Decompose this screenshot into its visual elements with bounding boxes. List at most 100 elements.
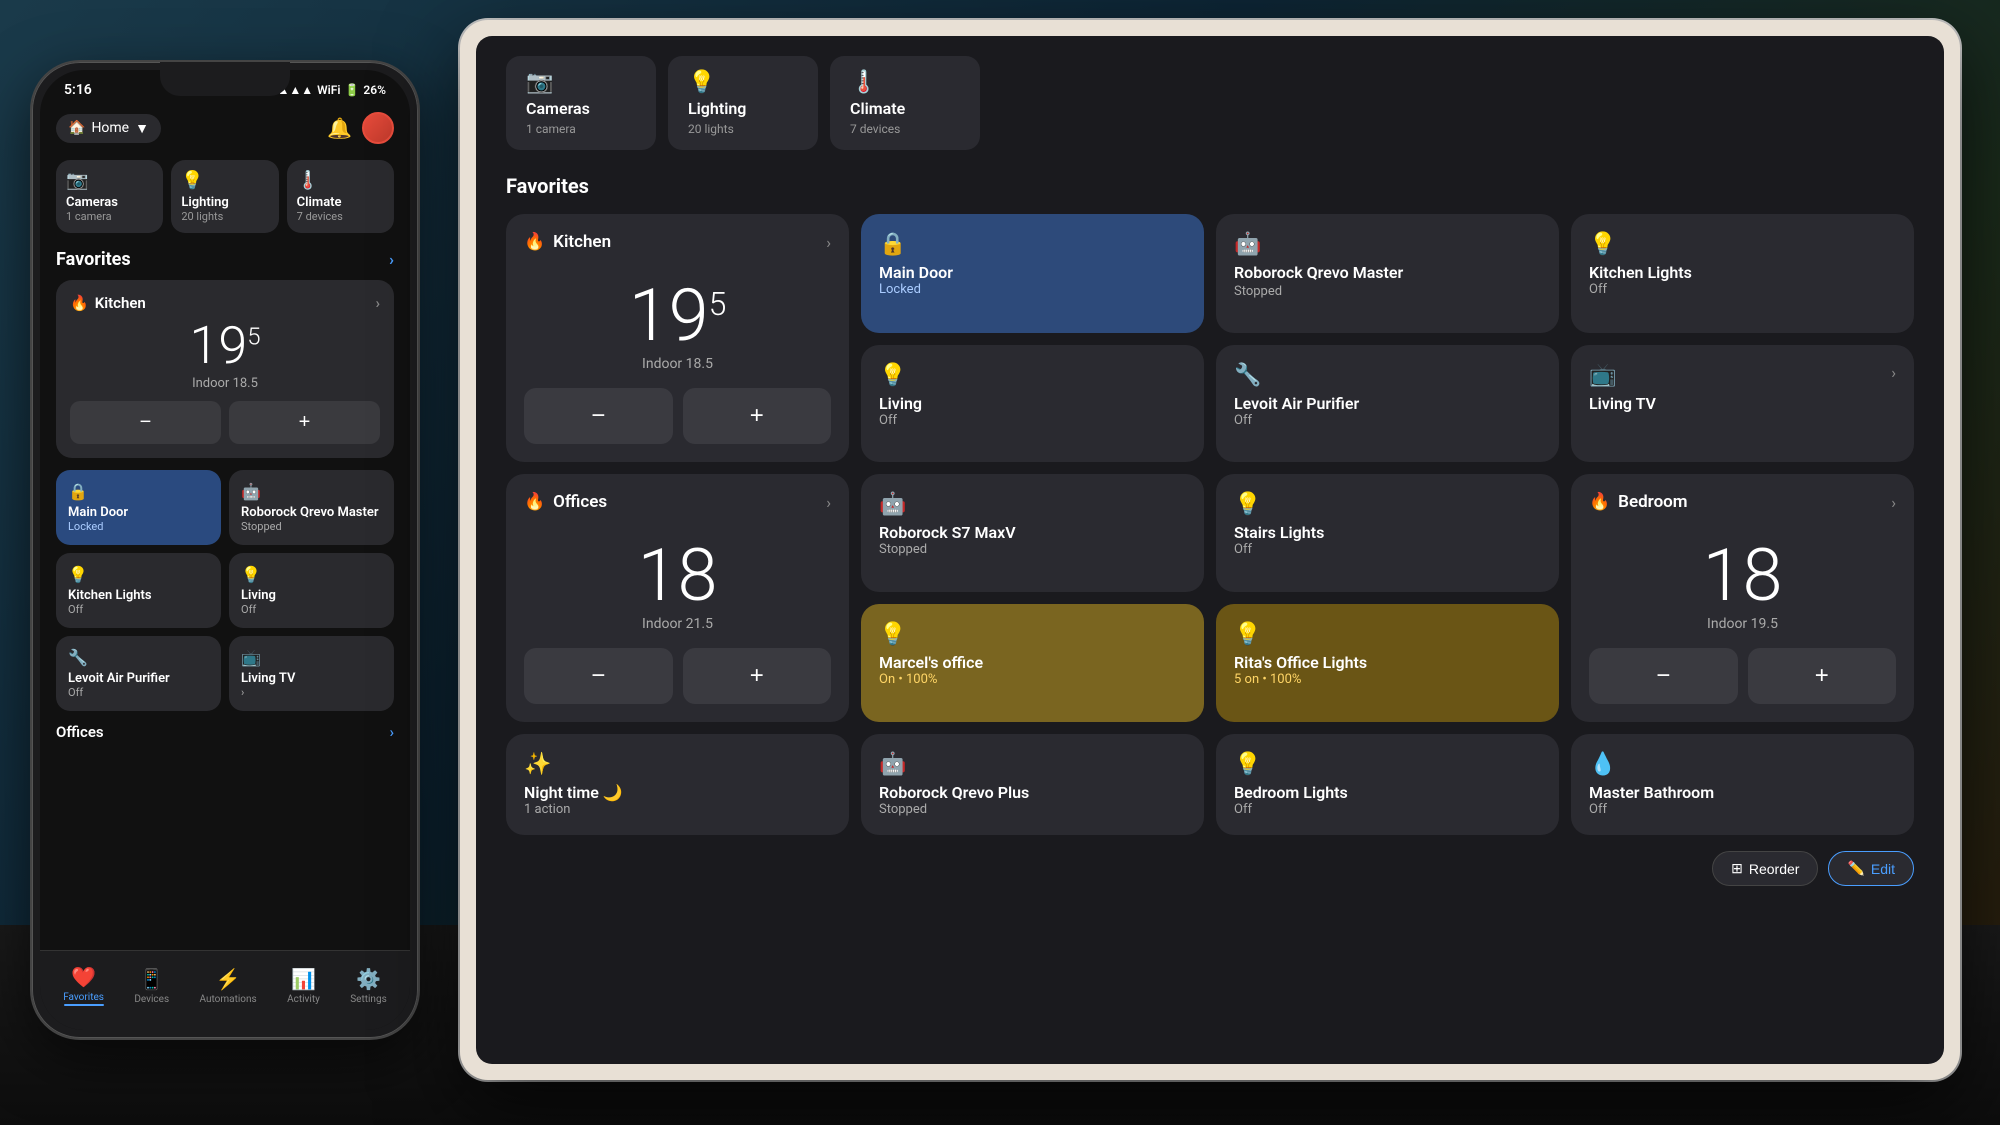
tablet-offices-temp: 18 — [524, 540, 831, 612]
phone-levoit-tile[interactable]: 🔧 Levoit Air Purifier Off — [56, 636, 221, 711]
automations-nav-label: Automations — [200, 994, 257, 1005]
tablet-bedroom-indoor: Indoor 19.5 — [1589, 616, 1896, 632]
phone-device-grid-2: 💡 Kitchen Lights Off 💡 Living Off — [56, 553, 394, 628]
tablet-living-tv-row: 📺 › — [1589, 363, 1896, 388]
tablet-main-door-card[interactable]: 🔒 Main Door Locked — [861, 214, 1204, 333]
phone-living-tv-tile[interactable]: 📺 Living TV › — [229, 636, 394, 711]
tablet-offices-card[interactable]: 🔥 Offices › 18 Indoor 21.5 − + — [506, 474, 849, 722]
phone-favorites-section: Favorites › — [56, 249, 394, 270]
phone-main-door-tile[interactable]: 🔒 Main Door Locked — [56, 470, 221, 545]
tablet-kitchen-fire-icon: 🔥 — [524, 232, 545, 252]
kitchen-lights-status: Off — [68, 603, 209, 616]
levoit-name: Levoit Air Purifier — [68, 671, 209, 686]
phone-cat-cameras[interactable]: 📷 Cameras 1 camera — [56, 160, 163, 233]
tablet-lighting-label: Lighting — [688, 99, 798, 118]
tablet-master-bathroom-card[interactable]: 💧 Master Bathroom Off — [1571, 734, 1914, 835]
home-icon: 🏠 — [68, 120, 85, 136]
edit-label: Edit — [1871, 861, 1895, 877]
tablet-kitchen-title: 🔥 Kitchen — [524, 232, 611, 252]
tablet-cat-lighting[interactable]: 💡 Lighting 20 lights — [668, 56, 818, 150]
tablet-master-bath-icon: 💧 — [1589, 752, 1896, 777]
tablet-bedroom-minus[interactable]: − — [1589, 648, 1738, 704]
living-tv-name: Living TV — [241, 671, 382, 686]
tablet-bedroom-plus[interactable]: + — [1748, 648, 1897, 704]
tablet-cat-climate[interactable]: 🌡️ Climate 7 devices — [830, 56, 980, 150]
phone-cat-lighting[interactable]: 💡 Lighting 20 lights — [171, 160, 278, 233]
tablet-offices-controls: − + — [524, 648, 831, 704]
phone-status-icons: ▲▲▲ WiFi 🔋 26% — [277, 83, 386, 97]
tablet-kitchen-plus[interactable]: + — [683, 388, 832, 444]
tablet-climate-label: Climate — [850, 99, 960, 118]
tablet-living-tv-card[interactable]: 📺 › Living TV — [1571, 345, 1914, 462]
offices-title: Offices — [56, 723, 104, 741]
phone-notch — [160, 62, 290, 96]
kitchen-lights-icon: 💡 — [68, 565, 209, 584]
notification-icon[interactable]: 🔔 — [327, 116, 352, 140]
tablet-roborock-plus-status: Stopped — [879, 802, 1186, 817]
phone-nav-activity[interactable]: 📊 Activity — [287, 967, 320, 1005]
phone-header-actions: 🔔 — [327, 112, 394, 144]
tablet-bedroom-card[interactable]: 🔥 Bedroom › 18 Indoor 19.5 − + — [1571, 474, 1914, 722]
phone-nav-settings[interactable]: ⚙️ Settings — [350, 967, 387, 1005]
tablet-cat-cameras[interactable]: 📷 Cameras 1 camera — [506, 56, 656, 150]
tablet-bedroom-lights-card[interactable]: 💡 Bedroom Lights Off — [1216, 734, 1559, 835]
tablet-roborock-plus-card[interactable]: 🤖 Roborock Qrevo Plus Stopped — [861, 734, 1204, 835]
phone-device-grid: 🔒 Main Door Locked 🤖 Roborock Qrevo Mast… — [56, 470, 394, 545]
living-status: Off — [241, 603, 382, 616]
settings-nav-icon: ⚙️ — [356, 967, 381, 991]
tablet-offices-chevron: › — [826, 493, 831, 512]
tablet-marcels-card[interactable]: 💡 Marcel's office On • 100% — [861, 604, 1204, 722]
phone-nav-devices[interactable]: 📱 Devices — [134, 967, 169, 1005]
tablet-roborock-master-card[interactable]: 🤖 Roborock Qrevo Master Stopped — [1216, 214, 1559, 333]
tablet-levoit-card[interactable]: 🔧 Levoit Air Purifier Off — [1216, 345, 1559, 462]
phone-home-selector[interactable]: 🏠 Home ▼ — [56, 114, 161, 143]
tablet-reorder-button[interactable]: ⊞ Reorder — [1712, 851, 1818, 886]
levoit-status: Off — [68, 686, 209, 699]
phone-kitchen-lights-tile[interactable]: 💡 Kitchen Lights Off — [56, 553, 221, 628]
tablet-living-card[interactable]: 💡 Living Off — [861, 345, 1204, 462]
tablet-offices-minus[interactable]: − — [524, 648, 673, 704]
chevron-down-icon: ▼ — [135, 120, 149, 137]
tablet-marcels-status: On • 100% — [879, 672, 1186, 687]
tablet-offices-plus[interactable]: + — [683, 648, 832, 704]
tablet-ritas-icon: 💡 — [1234, 622, 1541, 647]
roborock-master-name: Roborock Qrevo Master — [241, 505, 382, 520]
tablet-main-door-status: Locked — [879, 282, 1186, 297]
phone-kitchen-plus-button[interactable]: + — [229, 401, 380, 444]
favorites-nav-label: Favorites — [63, 992, 104, 1003]
phone-kitchen-minus-button[interactable]: − — [70, 401, 221, 444]
edit-icon: ✏️ — [1847, 860, 1864, 877]
lighting-label: Lighting — [181, 195, 268, 210]
tablet-kitchen-minus[interactable]: − — [524, 388, 673, 444]
phone-time: 5:16 — [64, 82, 92, 98]
kitchen-lights-name: Kitchen Lights — [68, 588, 209, 603]
avatar[interactable] — [362, 112, 394, 144]
tablet-camera-icon: 📷 — [526, 70, 636, 95]
tablet-edit-button[interactable]: ✏️ Edit — [1828, 851, 1914, 886]
tablet-roborock-s7-card[interactable]: 🤖 Roborock S7 MaxV Stopped — [861, 474, 1204, 592]
wifi-icon: WiFi — [317, 83, 340, 97]
phone-cat-climate[interactable]: 🌡️ Climate 7 devices — [287, 160, 394, 233]
tablet-kitchen-lights-card[interactable]: 💡 Kitchen Lights Off — [1571, 214, 1914, 333]
phone-living-tile[interactable]: 💡 Living Off — [229, 553, 394, 628]
phone-nav-automations[interactable]: ⚡ Automations — [200, 967, 257, 1005]
tablet-levoit-name: Levoit Air Purifier — [1234, 394, 1541, 413]
tablet-ritas-card[interactable]: 💡 Rita's Office Lights 5 on • 100% — [1216, 604, 1559, 722]
tablet-bedroom-lights-status: Off — [1234, 802, 1541, 817]
living-name: Living — [241, 588, 382, 603]
phone-kitchen-temp-value: 195 — [190, 315, 261, 376]
activity-nav-icon: 📊 — [291, 967, 316, 991]
phone-kitchen-temp: 195 Indoor 18.5 — [70, 320, 380, 391]
tablet-kitchen-card[interactable]: 🔥 Kitchen › 195 Indoor 18.5 − + — [506, 214, 849, 462]
tablet-offices-grid: 🔥 Offices › 18 Indoor 21.5 − + — [506, 474, 1914, 722]
tablet-roborock-master-status: Stopped — [1234, 284, 1541, 299]
phone-roborock-master-tile[interactable]: 🤖 Roborock Qrevo Master Stopped — [229, 470, 394, 545]
tablet-stairs-lights-card[interactable]: 💡 Stairs Lights Off — [1216, 474, 1559, 592]
tablet-night-time-card[interactable]: ✨ Night time 🌙 1 action — [506, 734, 849, 835]
phone-nav-favorites[interactable]: ❤️ Favorites — [63, 965, 104, 1006]
tablet-levoit-icon: 🔧 — [1234, 363, 1261, 388]
tablet-categories: 📷 Cameras 1 camera 💡 Lighting 20 lights … — [506, 56, 1914, 150]
tablet-marcels-icon: 💡 — [879, 622, 1186, 647]
lighting-icon: 💡 — [181, 170, 268, 191]
tablet-offices-fire-icon: 🔥 — [524, 492, 545, 512]
